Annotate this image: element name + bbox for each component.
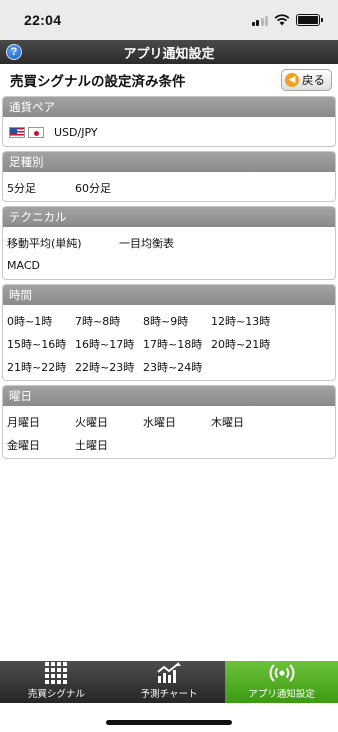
tab-trade-signals[interactable]: 売買シグナル [0,661,113,703]
us-flag-icon [9,127,25,138]
weekdays-row: 金曜日 土曜日 [7,433,331,456]
tab-bar: 売買シグナル 予測チャート アプリ通知設定 [0,661,338,703]
hour-item: 8時~9時 [143,314,189,328]
jp-flag-icon [28,127,44,138]
page-title: 売買シグナルの設定済み条件 [10,74,186,90]
technical-section: テクニカル 移動平均(単純) 一目均衡表 MACD [2,206,336,280]
grid-icon [45,661,68,684]
tab-label: 売買シグナル [27,689,85,700]
weekday-item: 水曜日 [143,415,176,429]
hour-item: 21時~22時 [7,360,67,374]
page-header: 売買シグナルの設定済み条件 ◀ 戻る [0,64,338,96]
hour-item: 22時~23時 [75,360,135,374]
status-bar: 22:04 [0,0,338,40]
weekday-item: 金曜日 [7,438,40,452]
hour-item: 7時~8時 [75,314,121,328]
hour-item: 16時~17時 [75,337,135,351]
cellular-signal-icon [251,15,268,26]
hour-item: 15時~16時 [7,337,67,351]
nav-bar: ? アプリ通知設定 [0,40,338,64]
broadcast-icon [269,661,295,684]
technical-row: MACD [7,254,331,277]
hours-row: 0時~1時 7時~8時 8時~9時 12時~13時 [7,309,331,332]
wifi-icon [274,14,290,26]
nav-title: アプリ通知設定 [123,46,215,62]
back-button-label: 戻る [302,73,325,87]
timeframe-heading: 足種別 [3,152,335,172]
hours-section: 時間 0時~1時 7時~8時 8時~9時 12時~13時 15時~16時 16時… [2,284,336,381]
timeframe-item: 60分足 [75,181,111,195]
tab-label: アプリ通知設定 [248,689,315,700]
tab-label: 予測チャート [140,689,198,700]
status-icons [251,14,323,26]
timeframe-section: 足種別 5分足 60分足 [2,151,336,202]
hours-row: 15時~16時 16時~17時 17時~18時 20時~21時 [7,332,331,355]
home-indicator[interactable] [106,720,232,725]
technical-item: MACD [7,259,40,272]
home-area [0,703,338,732]
weekday-item: 月曜日 [7,415,40,429]
currency-row: USD/JPY [7,121,331,144]
tab-app-notification-settings[interactable]: アプリ通知設定 [225,661,338,703]
timeframe-item: 5分足 [7,181,36,195]
help-icon[interactable]: ? [6,44,22,60]
timeframe-row: 5分足 60分足 [7,176,331,199]
weekdays-row: 月曜日 火曜日 水曜日 木曜日 [7,410,331,433]
currency-pair: USD/JPY [54,126,98,139]
currency-heading: 通貨ペア [3,97,335,117]
currency-section: 通貨ペア USD/JPY [2,96,336,147]
technical-heading: テクニカル [3,207,335,227]
chart-icon [156,661,182,684]
weekday-item: 火曜日 [75,415,108,429]
back-arrow-icon: ◀ [285,73,299,87]
weekday-item: 土曜日 [75,438,108,452]
weekdays-section: 曜日 月曜日 火曜日 水曜日 木曜日 金曜日 土曜日 [2,385,336,459]
status-time: 22:04 [24,12,62,28]
hour-item: 12時~13時 [211,314,271,328]
hour-item: 17時~18時 [143,337,203,351]
technical-item: 一目均衡表 [119,236,174,250]
back-button[interactable]: ◀ 戻る [281,69,332,91]
hour-item: 0時~1時 [7,314,53,328]
hour-item: 23時~24時 [143,360,203,374]
hours-heading: 時間 [3,285,335,305]
weekdays-heading: 曜日 [3,386,335,406]
technical-row: 移動平均(単純) 一目均衡表 [7,231,331,254]
hour-item: 20時~21時 [211,337,271,351]
hours-row: 21時~22時 22時~23時 23時~24時 [7,355,331,378]
battery-icon [296,14,323,26]
tab-forecast-chart[interactable]: 予測チャート [113,661,226,703]
technical-item: 移動平均(単純) [7,236,82,250]
weekday-item: 木曜日 [211,415,244,429]
